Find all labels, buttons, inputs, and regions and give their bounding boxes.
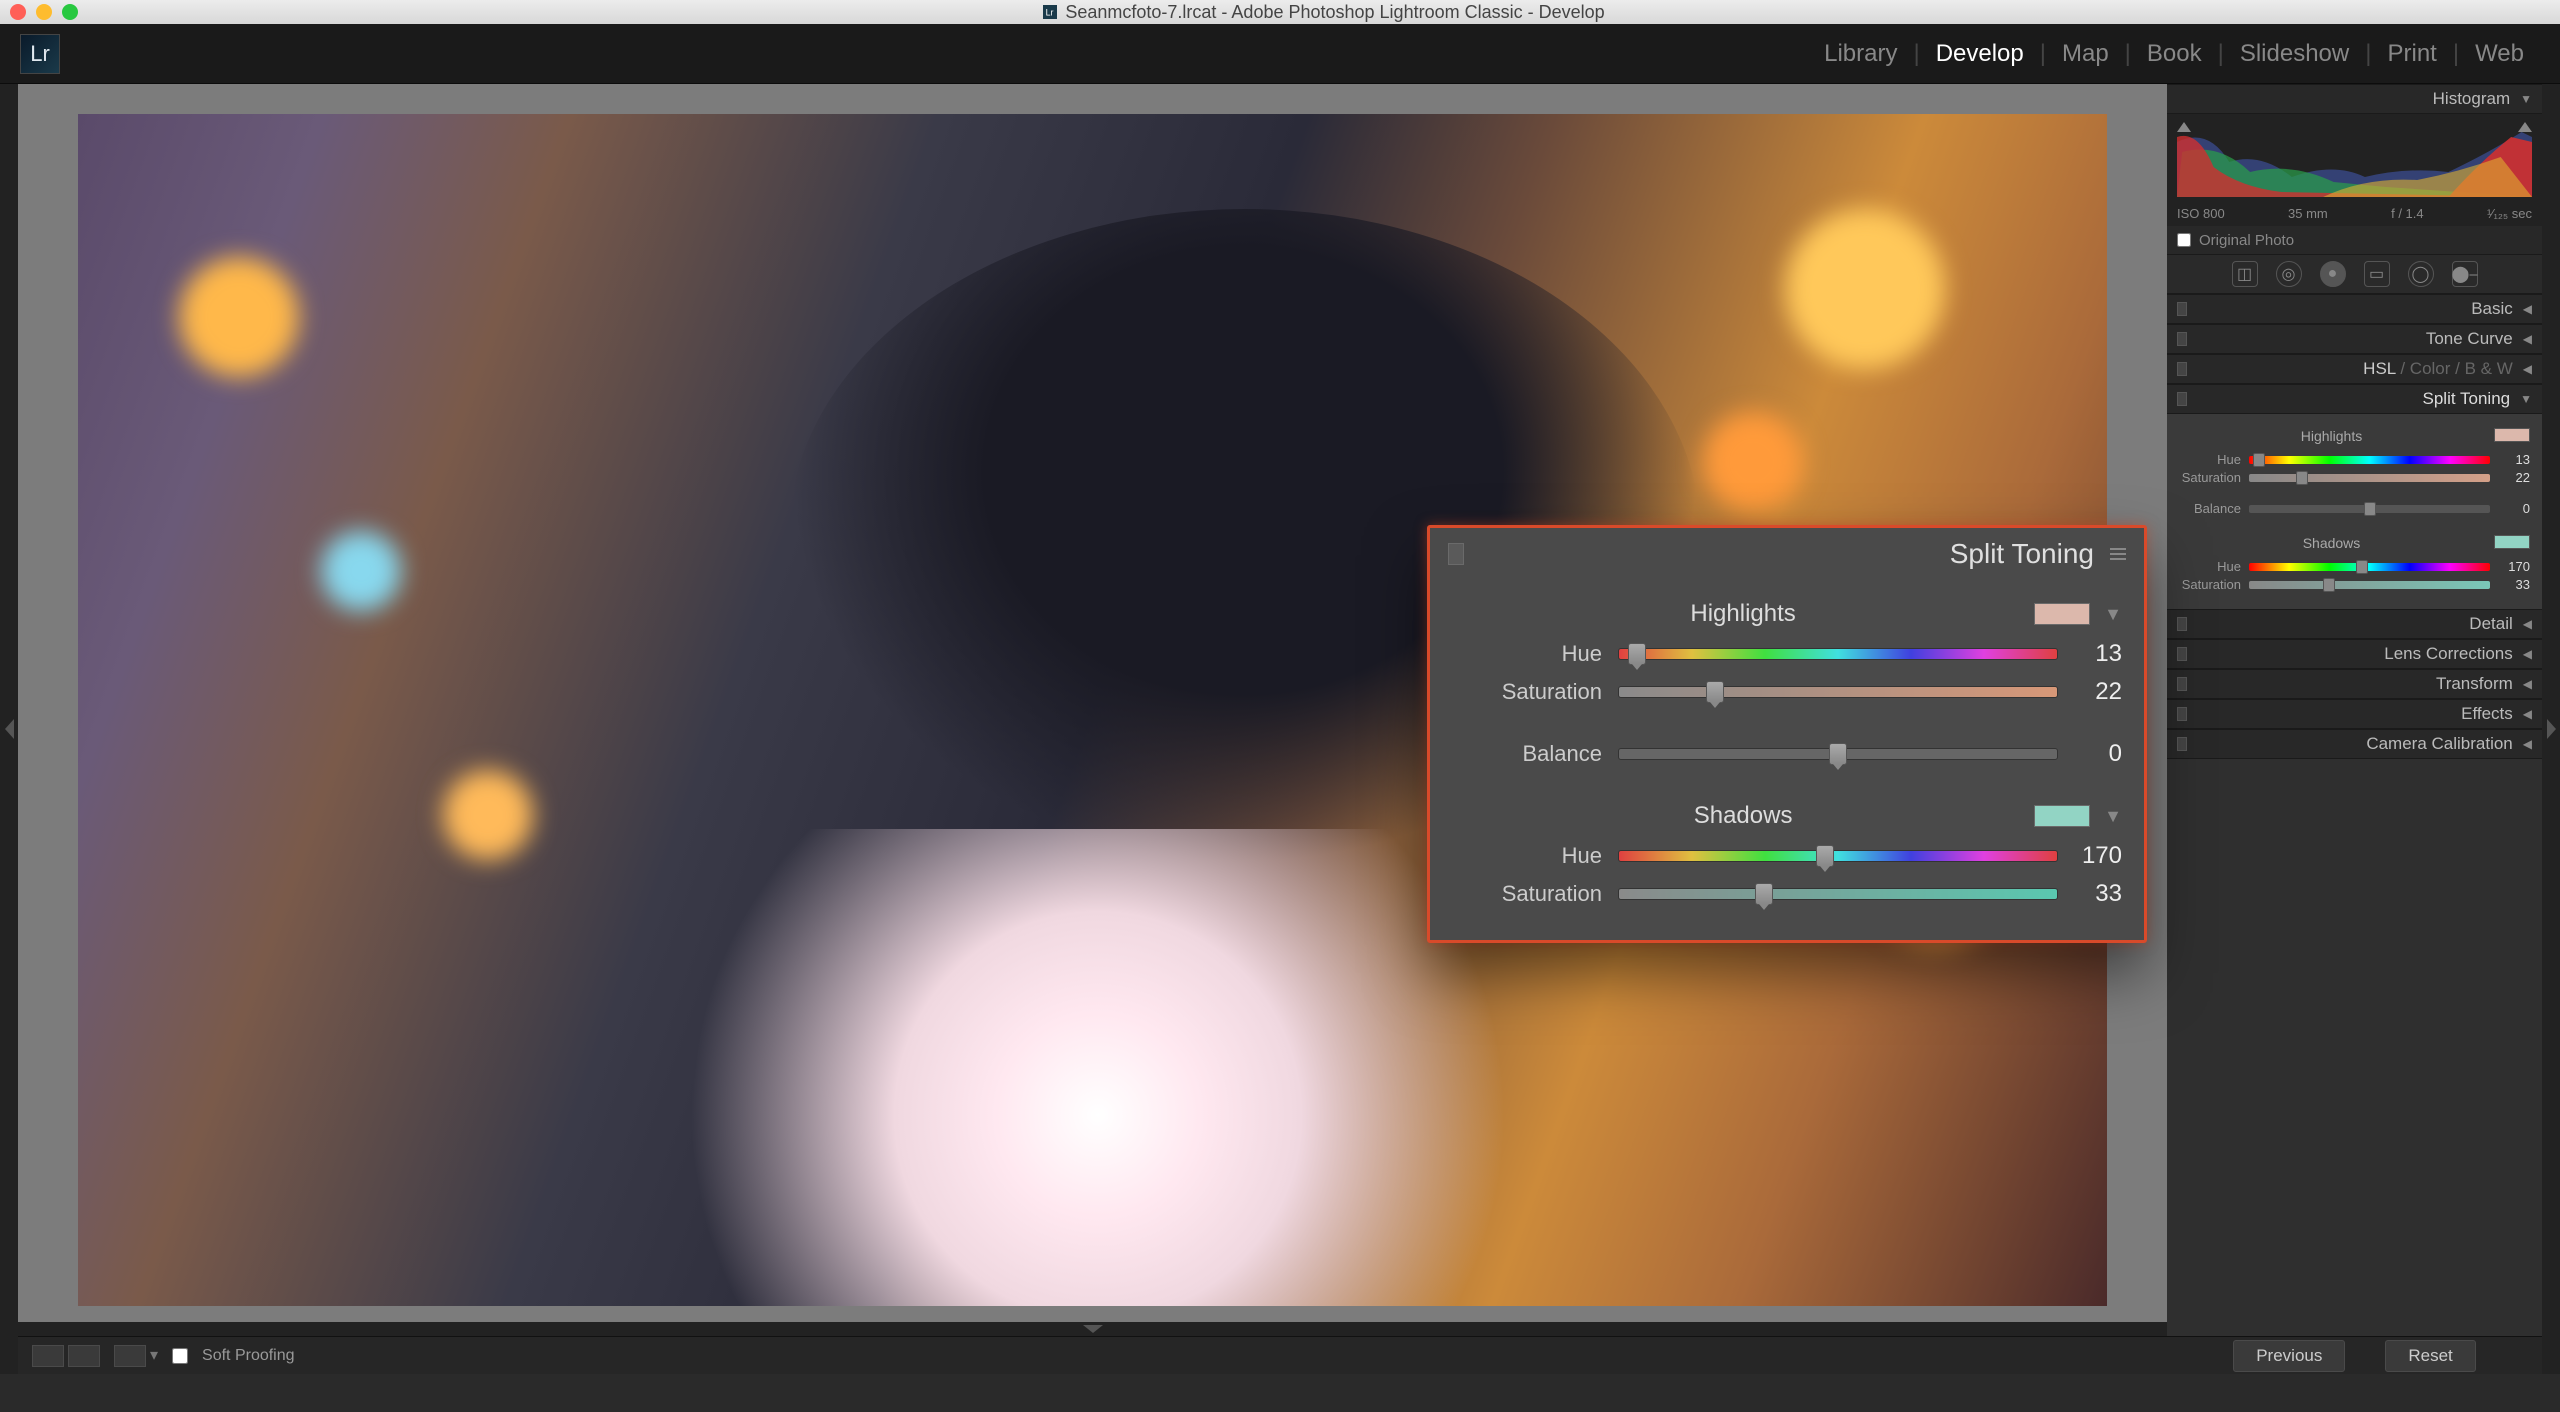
previous-button[interactable]: Previous [2233, 1340, 2345, 1372]
ov-highlights-sat-value[interactable]: 22 [2074, 678, 2122, 706]
highlights-swatch[interactable] [2494, 428, 2530, 442]
redeye-tool-icon[interactable]: ● [2320, 261, 2346, 287]
reset-button[interactable]: Reset [2385, 1340, 2475, 1372]
crop-tool-icon[interactable]: ◫ [2232, 261, 2258, 287]
ov-highlights-swatch[interactable] [2034, 603, 2090, 625]
left-panel-collapse[interactable] [0, 84, 18, 1374]
effects-panel-header[interactable]: Effects◀ [2167, 699, 2542, 729]
histogram-header[interactable]: Histogram▼ [2167, 84, 2542, 114]
ov-shadows-label: Shadows [1452, 802, 2034, 830]
right-panel-collapse[interactable] [2542, 84, 2560, 1374]
identity-bar: Lr Adobe Lightroom Classic CC Sean McCor… [0, 24, 2560, 84]
original-photo-label: Original Photo [2199, 232, 2294, 249]
brush-tool-icon[interactable]: ⬤⎯ [2452, 261, 2478, 287]
histogram[interactable]: ISO 800 35 mm f / 1.4 ¹⁄₁₂₅ sec [2167, 114, 2542, 226]
ov-balance-value[interactable]: 0 [2074, 740, 2122, 768]
soft-proofing-label: Soft Proofing [202, 1347, 295, 1365]
ov-highlights-label: Highlights [1452, 600, 2034, 628]
module-book[interactable]: Book [2131, 40, 2218, 68]
panel-switch-icon[interactable] [1448, 543, 1464, 565]
histogram-iso: ISO 800 [2177, 206, 2225, 221]
ov-shadows-hue-value[interactable]: 170 [2074, 842, 2122, 870]
filmstrip-collapse[interactable] [18, 1322, 2167, 1336]
toolbar: ▾ Soft Proofing [18, 1336, 2167, 1374]
ov-highlights-hue-value[interactable]: 13 [2074, 640, 2122, 668]
highlight-clip-icon[interactable] [2518, 122, 2532, 132]
ov-shadows-swatch[interactable] [2034, 805, 2090, 827]
split-toning-panel: Highlights Hue13 Saturation22 Balance0 S… [2167, 414, 2542, 609]
lightroom-logo-icon: Lr [20, 34, 60, 74]
highlights-hue-slider[interactable] [2249, 456, 2490, 464]
shadow-clip-icon[interactable] [2177, 122, 2191, 132]
split-toning-zoom-overlay: Split Toning Highlights ▼ Hue 13 Saturat… [1427, 525, 2147, 943]
window-title: Seanmcfoto-7.lrcat - Adobe Photoshop Lig… [1065, 2, 1604, 23]
before-after-tb-button[interactable] [114, 1345, 146, 1367]
module-map[interactable]: Map [2046, 40, 2125, 68]
chevron-down-icon[interactable]: ▼ [2104, 806, 2122, 827]
histogram-shutter: ¹⁄₁₂₅ sec [2487, 206, 2532, 221]
before-after-lr-button[interactable] [68, 1345, 100, 1367]
tonecurve-panel-header[interactable]: Tone Curve◀ [2167, 324, 2542, 354]
radial-filter-icon[interactable]: ◯ [2408, 261, 2434, 287]
module-library[interactable]: Library [1808, 40, 1913, 68]
lens-panel-header[interactable]: Lens Corrections◀ [2167, 639, 2542, 669]
ov-shadows-sat-value[interactable]: 33 [2074, 880, 2122, 908]
ov-shadows-hue-slider[interactable] [1618, 850, 2058, 862]
original-photo-checkbox[interactable] [2177, 233, 2191, 247]
right-panel: Histogram▼ ISO 800 35 mm f / 1.4 ¹⁄₁₂₅ s… [2167, 84, 2542, 1374]
overlay-title: Split Toning [1950, 538, 2094, 570]
module-picker: Library| Develop| Map| Book| Slideshow| … [1808, 40, 2540, 68]
module-slideshow[interactable]: Slideshow [2224, 40, 2365, 68]
basic-panel-header[interactable]: Basic◀ [2167, 294, 2542, 324]
svg-text:Lr: Lr [1046, 8, 1054, 18]
ov-shadows-sat-slider[interactable] [1618, 888, 2058, 900]
balance-slider[interactable] [2249, 505, 2490, 513]
module-print[interactable]: Print [2371, 40, 2452, 68]
tool-strip: ◫ ◎ ● ▭ ◯ ⬤⎯ [2167, 254, 2542, 294]
transform-panel-header[interactable]: Transform◀ [2167, 669, 2542, 699]
histogram-aperture: f / 1.4 [2391, 206, 2424, 221]
module-web[interactable]: Web [2459, 40, 2540, 68]
module-develop[interactable]: Develop [1920, 40, 2040, 68]
shadows-hue-slider[interactable] [2249, 563, 2490, 571]
hsl-panel-header[interactable]: HSL / Color / B & W ◀ [2167, 354, 2542, 384]
panel-menu-icon[interactable] [2110, 548, 2126, 560]
ov-highlights-hue-slider[interactable] [1618, 648, 2058, 660]
grad-filter-icon[interactable]: ▭ [2364, 261, 2390, 287]
loupe-view-button[interactable] [32, 1345, 64, 1367]
detail-panel-header[interactable]: Detail◀ [2167, 609, 2542, 639]
shadows-sat-slider[interactable] [2249, 581, 2490, 589]
window-close-icon[interactable] [10, 4, 26, 20]
lightroom-doc-icon: Lr [1043, 5, 1057, 19]
shadows-swatch[interactable] [2494, 535, 2530, 549]
highlights-section-label: Highlights [2179, 428, 2484, 444]
window-minimize-icon[interactable] [36, 4, 52, 20]
shadows-section-label: Shadows [2179, 535, 2484, 551]
soft-proofing-checkbox[interactable] [172, 1348, 188, 1364]
chevron-down-icon[interactable]: ▼ [2104, 604, 2122, 625]
ov-balance-slider[interactable] [1618, 748, 2058, 760]
ov-highlights-sat-slider[interactable] [1618, 686, 2058, 698]
calibration-panel-header[interactable]: Camera Calibration◀ [2167, 729, 2542, 759]
spot-tool-icon[interactable]: ◎ [2276, 261, 2302, 287]
histogram-focal: 35 mm [2288, 206, 2328, 221]
mac-titlebar: Lr Seanmcfoto-7.lrcat - Adobe Photoshop … [0, 0, 2560, 24]
highlights-sat-slider[interactable] [2249, 474, 2490, 482]
splittoning-panel-header[interactable]: Split Toning▼ [2167, 384, 2542, 414]
